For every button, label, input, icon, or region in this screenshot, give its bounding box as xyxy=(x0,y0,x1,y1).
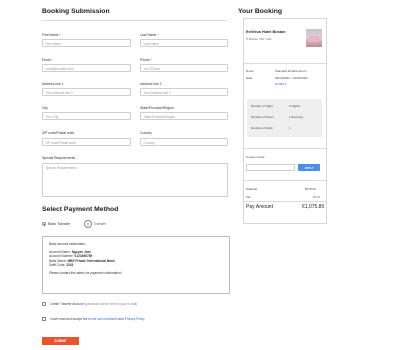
hotel-thumbnail xyxy=(306,29,322,47)
bank-info-heading: Bank account information: xyxy=(49,242,86,246)
details-link[interactable]: Details ▾ xyxy=(275,82,287,86)
first-name-label: First Name * xyxy=(42,33,61,37)
terms-link[interactable]: terms and conditions xyxy=(88,317,117,321)
last-name-input[interactable]: Last Name xyxy=(140,39,228,47)
email-input[interactable]: email@domain.com xyxy=(42,64,131,72)
nights-value: 2 Nights xyxy=(289,104,301,108)
city-input[interactable]: Your City xyxy=(42,112,131,120)
pay-amount-label: Pay Amount xyxy=(246,204,273,210)
subtotal-label: Subtotal xyxy=(246,187,258,191)
room-label: Room xyxy=(246,69,255,73)
state-label: State/Province/Region xyxy=(140,106,174,110)
zip-input[interactable]: ZIP code/Postal code xyxy=(42,138,131,146)
bank-info-box: Bank account information: Account Name: … xyxy=(42,236,230,294)
transfer-logo-text: Transfer xyxy=(93,222,107,226)
chevron-down-icon: ▾ xyxy=(285,82,287,86)
last-name-label: Last Name * xyxy=(140,33,159,37)
swift-code-line: Swift Code: 2233 xyxy=(49,262,74,267)
agree-terms-checkbox[interactable] xyxy=(42,317,46,321)
create-account-note: (password will be sent to your e-mail) xyxy=(84,302,138,306)
summary-divider-1 xyxy=(244,63,326,64)
pay-amount-value: €1,075.80 xyxy=(302,204,325,210)
special-requirements-textarea[interactable]: Special Requirements xyxy=(42,163,228,197)
payment-title: Select Payment Method xyxy=(42,206,119,213)
address2-label: Address line 2 xyxy=(140,82,162,86)
location-icon: ⚲ xyxy=(246,37,249,41)
date-value: 04/16/2022 - 04/18/2022 xyxy=(275,76,308,80)
city-label: City xyxy=(42,106,48,110)
bank-transfer-option[interactable]: Bank Transfer xyxy=(42,222,70,226)
hotel-address: ⚲ Boston, MA, USA xyxy=(246,37,272,41)
apply-coupon-button[interactable]: APPLY xyxy=(298,164,320,171)
agree-prefix: I have read and accept the xyxy=(49,317,88,321)
first-name-input[interactable]: First Name xyxy=(42,39,131,47)
rooms-label: Number of Room xyxy=(251,115,274,119)
phone-input[interactable]: Your Phone xyxy=(140,64,228,72)
transfer-logo: T Transfer xyxy=(84,220,106,228)
country-label: Country xyxy=(140,131,152,135)
create-account-checkbox-row[interactable]: Create Traveler account (password will b… xyxy=(42,302,137,306)
address1-label: Address line 1 xyxy=(42,82,64,86)
agree-and: and xyxy=(118,317,124,321)
summary-divider-2 xyxy=(244,148,326,149)
room-value: Standard Double Room xyxy=(275,69,307,73)
rooms-value: 1 Room(s) xyxy=(289,115,304,119)
address1-input[interactable]: Your Address line 1 xyxy=(42,88,131,96)
booking-title-divider xyxy=(42,20,227,21)
adult-value: 1 xyxy=(289,126,291,130)
special-requirements-label: Special Requirements xyxy=(42,156,76,160)
create-account-label: Create Traveler account xyxy=(49,302,84,306)
email-label: Email * xyxy=(42,58,53,62)
state-input[interactable]: State/Province/Region xyxy=(140,112,228,120)
zip-label: ZIP code/Postal code xyxy=(42,131,75,135)
create-account-checkbox[interactable] xyxy=(42,302,46,306)
submit-button[interactable]: SUBMIT xyxy=(42,337,79,345)
booking-title: Booking Submission xyxy=(42,8,110,15)
summary-divider-4 xyxy=(244,201,326,202)
tax-label: Tax xyxy=(246,195,251,199)
bank-transfer-label: Bank Transfer xyxy=(48,222,71,226)
hotel-name: EnVieus Hotel Boston xyxy=(246,30,286,34)
coupon-label: Coupon Code xyxy=(246,155,265,159)
address2-input[interactable]: Your Address line 2 xyxy=(140,88,228,96)
country-select[interactable]: Country xyxy=(140,138,228,146)
transfer-logo-icon: T xyxy=(84,220,92,228)
date-label: Date xyxy=(246,76,253,80)
tax-value: 10 % xyxy=(313,195,320,199)
nights-label: Number of Night xyxy=(251,104,273,108)
your-booking-title: Your Booking xyxy=(238,8,283,15)
adult-label: Number of Adult xyxy=(251,126,273,130)
privacy-link[interactable]: Privacy Policy xyxy=(125,317,145,321)
summary-divider-3 xyxy=(244,180,326,181)
phone-label: Phone * xyxy=(140,58,153,62)
payment-note: Please contact the admin for payment con… xyxy=(49,271,122,276)
bank-transfer-radio[interactable] xyxy=(42,222,46,226)
coupon-input[interactable] xyxy=(246,164,295,171)
subtotal-value: €978.00 xyxy=(305,187,316,191)
agree-terms-checkbox-row[interactable]: I have read and accept the terms and con… xyxy=(42,317,145,321)
